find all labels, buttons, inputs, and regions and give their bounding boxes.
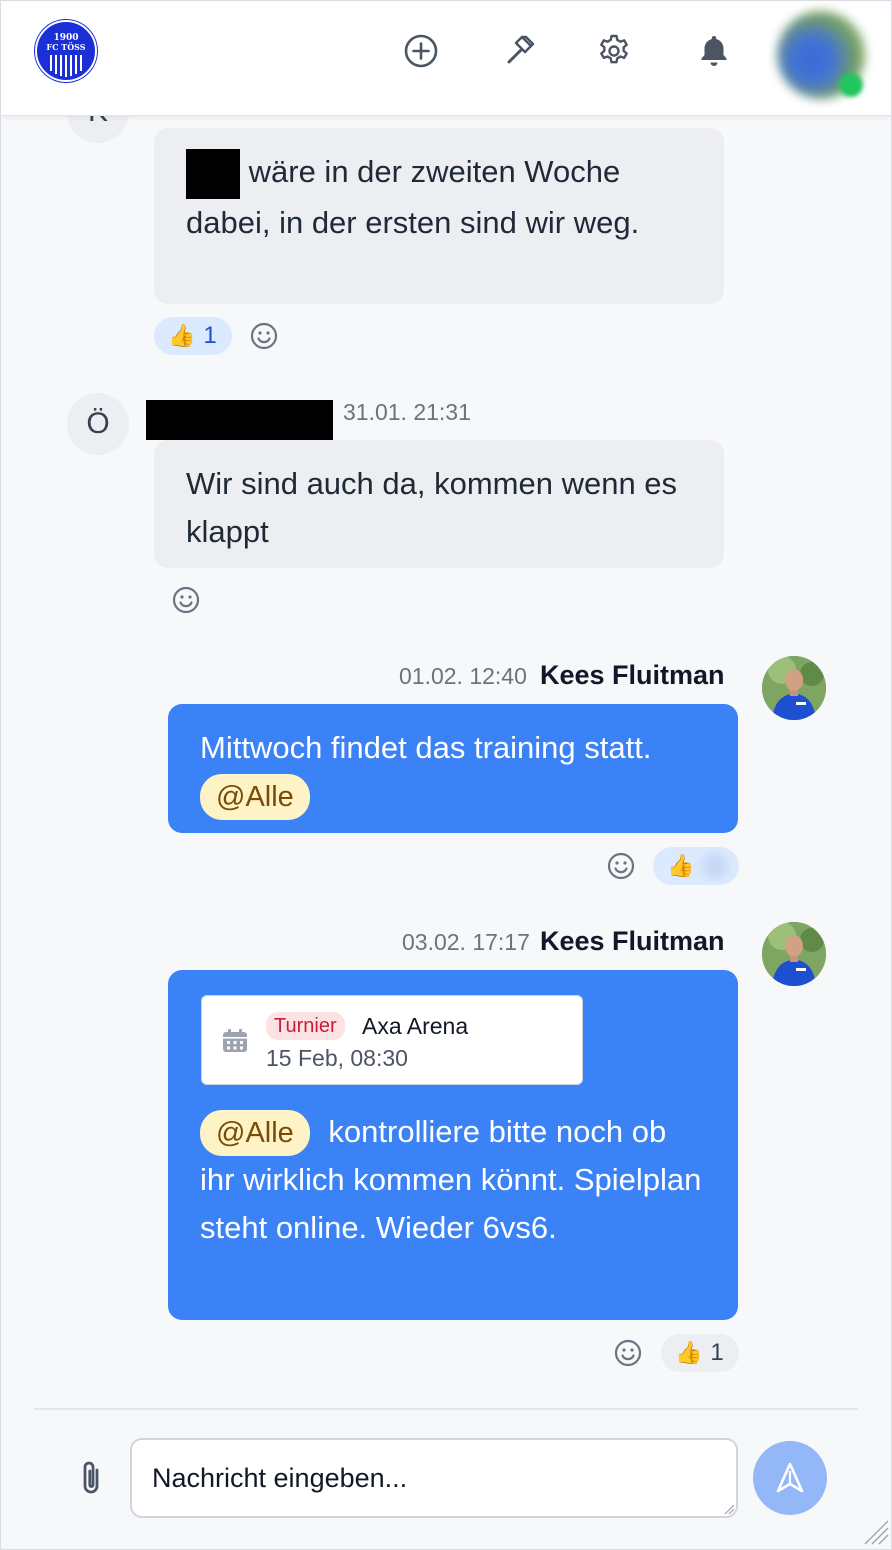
add-reaction-button[interactable] [605,850,637,882]
tools-button[interactable] [497,29,541,73]
paperclip-icon [83,1461,99,1494]
send-arrow-icon [776,1462,804,1493]
smiley-icon [607,852,635,880]
composer-divider [34,1408,858,1410]
calendar-icon [223,1029,247,1052]
thumbs-up-reaction[interactable]: 👍 [653,847,739,885]
author-avatar[interactable] [762,656,826,720]
message-timestamp: 03.02. 17:17 [402,929,530,955]
mention-tag[interactable]: @Alle [200,1110,310,1156]
thumbs-up-icon: 👍 [667,853,695,878]
send-button[interactable] [753,1441,827,1515]
mention-tag[interactable]: @Alle [200,774,310,820]
chat-window: 1900 FC TÖSS wäre in der zweiten Woche d… [0,0,892,1550]
message-timestamp: 01.02. 12:40 [399,663,527,689]
thumbs-up-icon: 👍 [675,1340,703,1365]
redacted-name [186,148,240,199]
author-avatar[interactable] [762,922,826,986]
thumbs-up-icon: 👍 [168,323,196,348]
event-title: Axa Arena [362,1013,469,1039]
new-chat-button[interactable] [399,29,443,73]
event-type-badge: Turnier [266,1012,345,1040]
attach-button[interactable] [73,1459,109,1499]
smiley-icon [172,586,200,614]
settings-button[interactable] [592,29,636,73]
online-status-indicator [839,73,863,97]
event-card[interactable]: Turnier Axa Arena 15 Feb, 08:30 [201,995,583,1085]
redacted-sender-name [146,400,333,440]
reaction-count-blurred [702,853,729,879]
reaction-count: 1 [203,322,217,349]
message-text: wäre in der zweiten Woche dabei, in der … [186,154,640,240]
sender-avatar: Ö [67,393,129,455]
message-bubble: Wir sind auch da, kommen wenn es klappt [154,440,724,568]
window-resize-icon[interactable] [861,1517,889,1545]
add-reaction-button[interactable] [612,1337,644,1369]
add-reaction-button[interactable] [248,320,280,352]
message-text: Mittwoch findet das training statt. [200,730,652,765]
message-bubble: Mittwoch findet das training statt. @All… [168,704,738,833]
event-date: 15 Feb, 08:30 [266,1045,408,1071]
notifications-button[interactable] [692,29,736,73]
message-input[interactable] [130,1438,738,1518]
smiley-icon [250,322,278,350]
message-bubble: wäre in der zweiten Woche dabei, in der … [154,128,724,304]
smiley-icon [614,1339,642,1367]
message-text: Wir sind auch da, kommen wenn es klappt [186,466,678,549]
svg-text:FC TÖSS: FC TÖSS [46,42,85,52]
avatar-letter: Ö [86,407,110,440]
message-author: Kees Fluitman [540,926,725,956]
gear-icon [600,34,628,64]
message-author: Kees Fluitman [540,660,725,690]
add-reaction-button[interactable] [170,584,202,616]
bell-icon [701,36,727,66]
resize-handle-icon[interactable] [723,1503,735,1515]
app-header: 1900 FC TÖSS [1,1,891,116]
thumbs-up-reaction[interactable]: 👍 1 [154,317,232,355]
reaction-count: 1 [710,1339,724,1366]
thumbs-up-reaction[interactable]: 👍 1 [661,1334,739,1372]
hammer-icon [507,35,535,64]
plus-circle-icon [404,34,438,68]
message-timestamp: 31.01. 21:31 [343,399,471,425]
club-logo[interactable]: 1900 FC TÖSS [34,19,98,83]
